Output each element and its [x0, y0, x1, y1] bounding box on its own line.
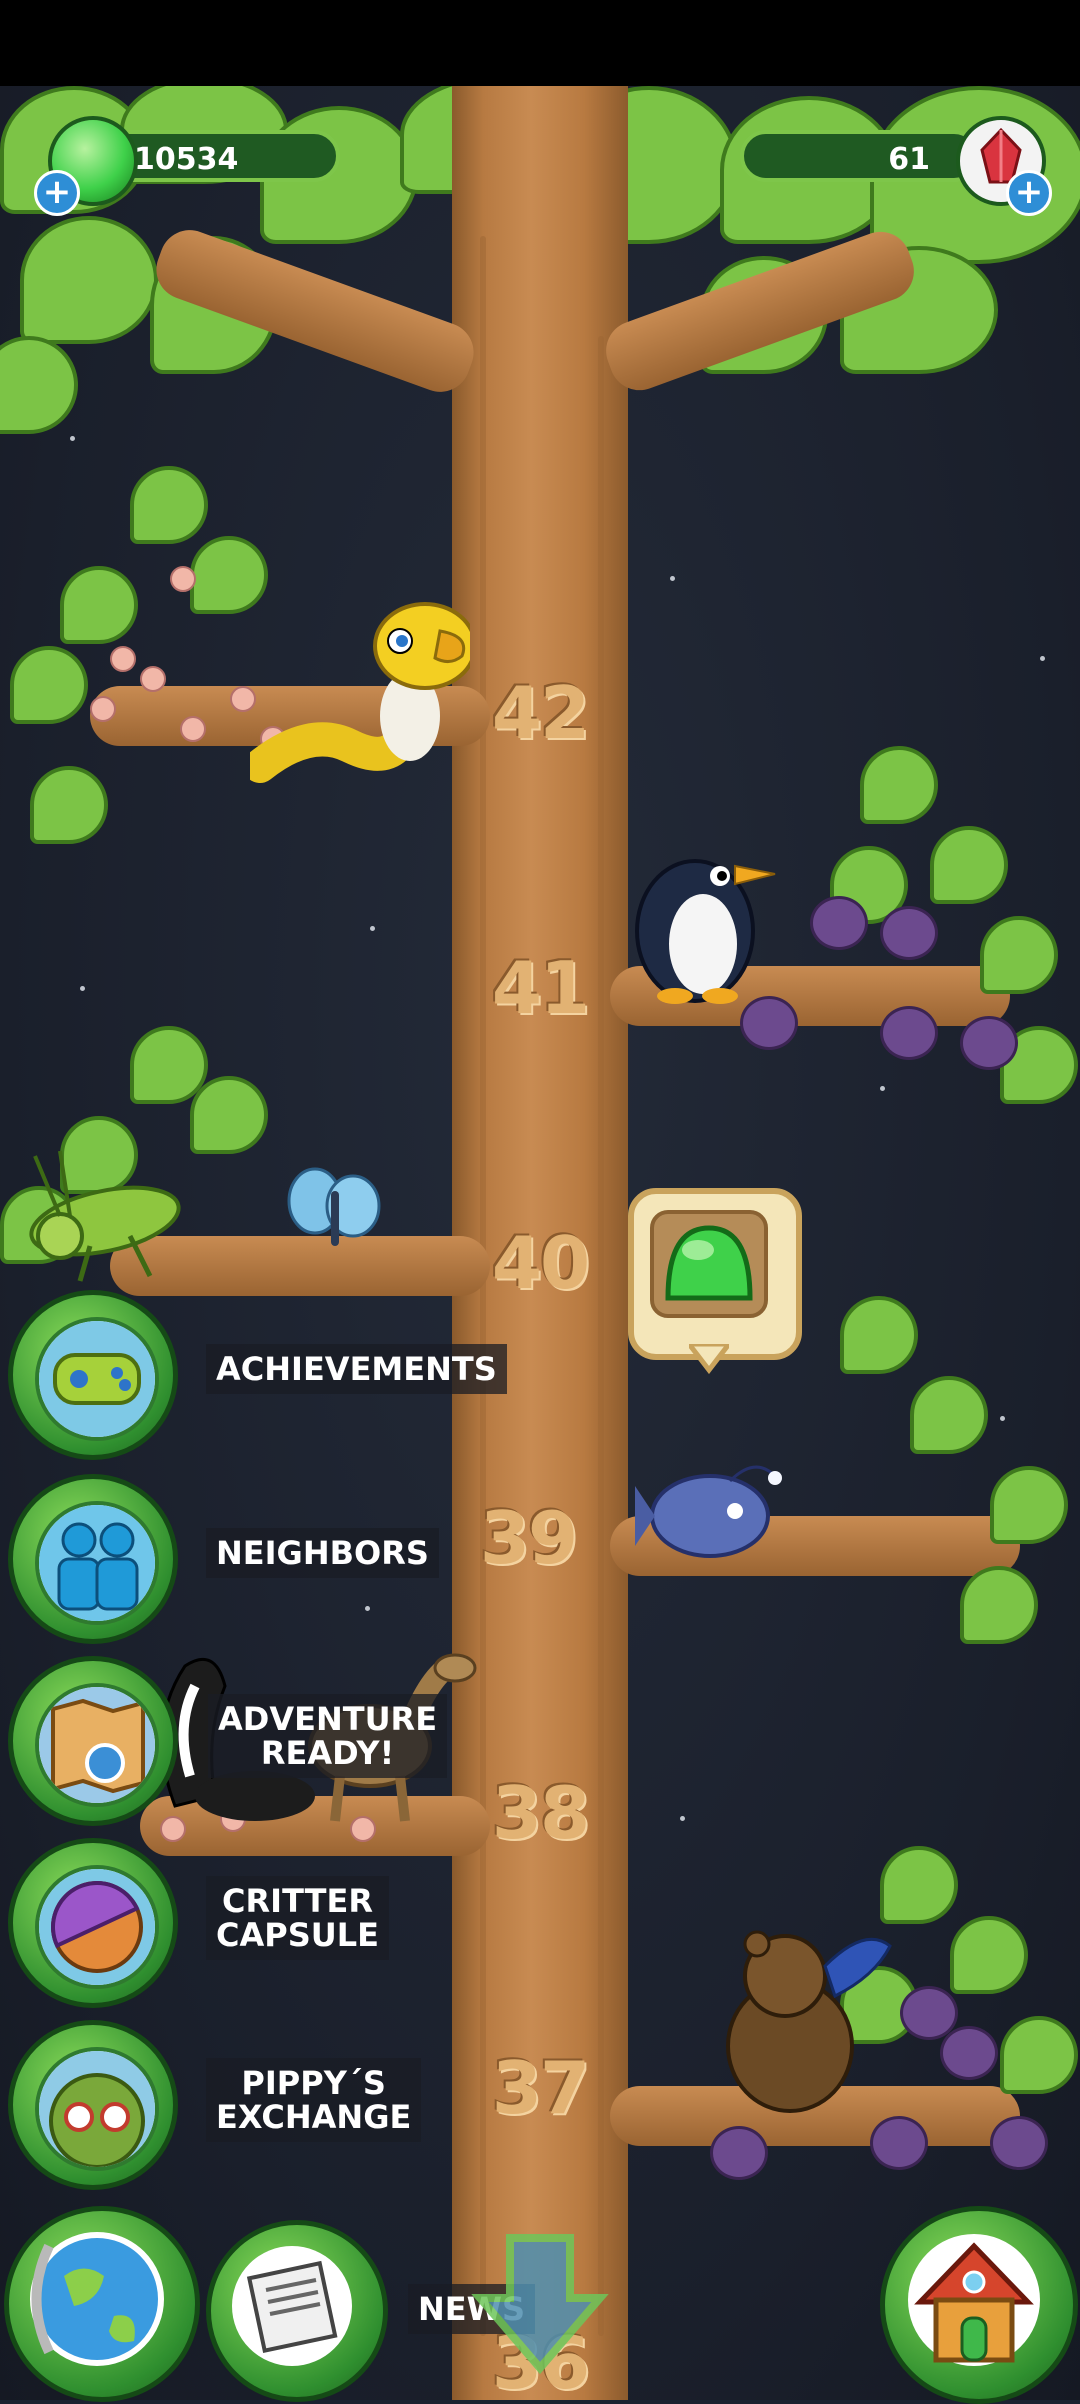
- plum: [710, 2126, 768, 2180]
- star: [680, 1816, 685, 1821]
- gem-count: 10534: [134, 142, 239, 177]
- plum: [880, 906, 938, 960]
- star: [670, 576, 675, 581]
- blossom: [170, 566, 196, 592]
- capsule-icon: [35, 1865, 159, 1989]
- star: [880, 1086, 885, 1091]
- adventure-label-line2: READY!: [260, 1734, 395, 1772]
- star: [1040, 656, 1045, 661]
- star: [70, 436, 75, 441]
- leaf: [930, 826, 1008, 904]
- star: [1000, 1416, 1005, 1421]
- gem-reward-pin[interactable]: [628, 1188, 802, 1374]
- snake-critter[interactable]: [250, 586, 470, 786]
- leaf: [860, 746, 938, 824]
- canopy-leaf: [0, 336, 78, 434]
- grasshopper-critter[interactable]: [20, 1146, 190, 1286]
- star: [80, 986, 85, 991]
- pippy-icon: [35, 2047, 159, 2171]
- tree-scene[interactable]: 42 41 40 39 38 37 36: [0, 86, 1080, 2400]
- penguin-critter[interactable]: [625, 836, 785, 1006]
- gamepad-icon: [35, 1317, 159, 1441]
- home-icon: [908, 2234, 1040, 2366]
- globe-button[interactable]: [4, 2206, 200, 2402]
- leaf: [190, 1076, 268, 1154]
- leaf: [840, 1296, 918, 1374]
- plum: [990, 2116, 1048, 2170]
- floor-number-38: 38: [491, 1771, 590, 1855]
- canopy-leaf: [20, 216, 158, 344]
- news-button[interactable]: [206, 2220, 388, 2402]
- critter-capsule-button[interactable]: [8, 1838, 178, 2008]
- plum: [810, 896, 868, 950]
- blossom: [140, 666, 166, 692]
- anglerfish-critter[interactable]: [635, 1456, 785, 1566]
- floor-number-39: 39: [479, 1496, 578, 1580]
- leaf: [880, 1846, 958, 1924]
- neighbors-label[interactable]: NEIGHBORS: [206, 1528, 439, 1578]
- leaf: [910, 1376, 988, 1454]
- green-gem-icon: [650, 1210, 768, 1318]
- blossom: [90, 696, 116, 722]
- plus-icon[interactable]: +: [1006, 170, 1052, 216]
- newspaper-icon: [232, 2246, 352, 2366]
- achievements-label[interactable]: ACHIEVEMENTS: [206, 1344, 507, 1394]
- leaf: [990, 1466, 1068, 1544]
- critter-capsule-label-line1: CRITTER: [222, 1882, 373, 1920]
- leaf: [1000, 2016, 1078, 2094]
- plum: [870, 2116, 928, 2170]
- leaf: [980, 916, 1058, 994]
- leaf: [960, 1566, 1038, 1644]
- neighbors-icon: [35, 1501, 159, 1625]
- star: [370, 926, 375, 931]
- adventure-label[interactable]: ADVENTURE READY!: [208, 1694, 448, 1778]
- blossom: [180, 716, 206, 742]
- plum: [960, 1016, 1018, 1070]
- leaf: [10, 646, 88, 724]
- floor-number-40: 40: [491, 1221, 590, 1305]
- floor-number-41: 41: [491, 946, 590, 1030]
- adventure-label-line1: ADVENTURE: [218, 1700, 438, 1738]
- floor-number-37: 37: [491, 2046, 590, 2130]
- plum: [880, 1006, 938, 1060]
- crystal-count: 61: [888, 142, 930, 177]
- critter-capsule-label-line2: CAPSULE: [216, 1916, 379, 1954]
- floor-number-42: 42: [491, 671, 590, 755]
- leaf: [60, 566, 138, 644]
- butterfly-critter[interactable]: [285, 1161, 385, 1261]
- pippys-exchange-button[interactable]: [8, 2020, 178, 2190]
- leaf: [130, 466, 208, 544]
- down-arrow-icon[interactable]: [470, 2228, 610, 2378]
- pippys-exchange-label-line1: PIPPY´S: [241, 2064, 386, 2102]
- home-button[interactable]: [880, 2206, 1078, 2404]
- crystal-counter[interactable]: 61: [740, 130, 980, 182]
- plum: [940, 2026, 998, 2080]
- critter-capsule-label[interactable]: CRITTER CAPSULE: [206, 1876, 389, 1960]
- trunk-grain: [598, 336, 604, 2336]
- map-icon: [35, 1683, 159, 1807]
- plus-icon[interactable]: +: [34, 170, 80, 216]
- pippys-exchange-label-line2: EXCHANGE: [216, 2098, 412, 2136]
- neighbors-button[interactable]: [8, 1474, 178, 1644]
- blossom: [110, 646, 136, 672]
- adventure-button[interactable]: [8, 1656, 178, 1826]
- bear-critter[interactable]: [715, 1926, 895, 2116]
- leaf: [950, 1916, 1028, 1994]
- globe-icon: [30, 2232, 164, 2366]
- star: [365, 1606, 370, 1611]
- status-bar: [0, 0, 1080, 86]
- pippys-exchange-label[interactable]: PIPPY´S EXCHANGE: [206, 2058, 422, 2142]
- leaf: [30, 766, 108, 844]
- achievements-button[interactable]: [8, 1290, 178, 1460]
